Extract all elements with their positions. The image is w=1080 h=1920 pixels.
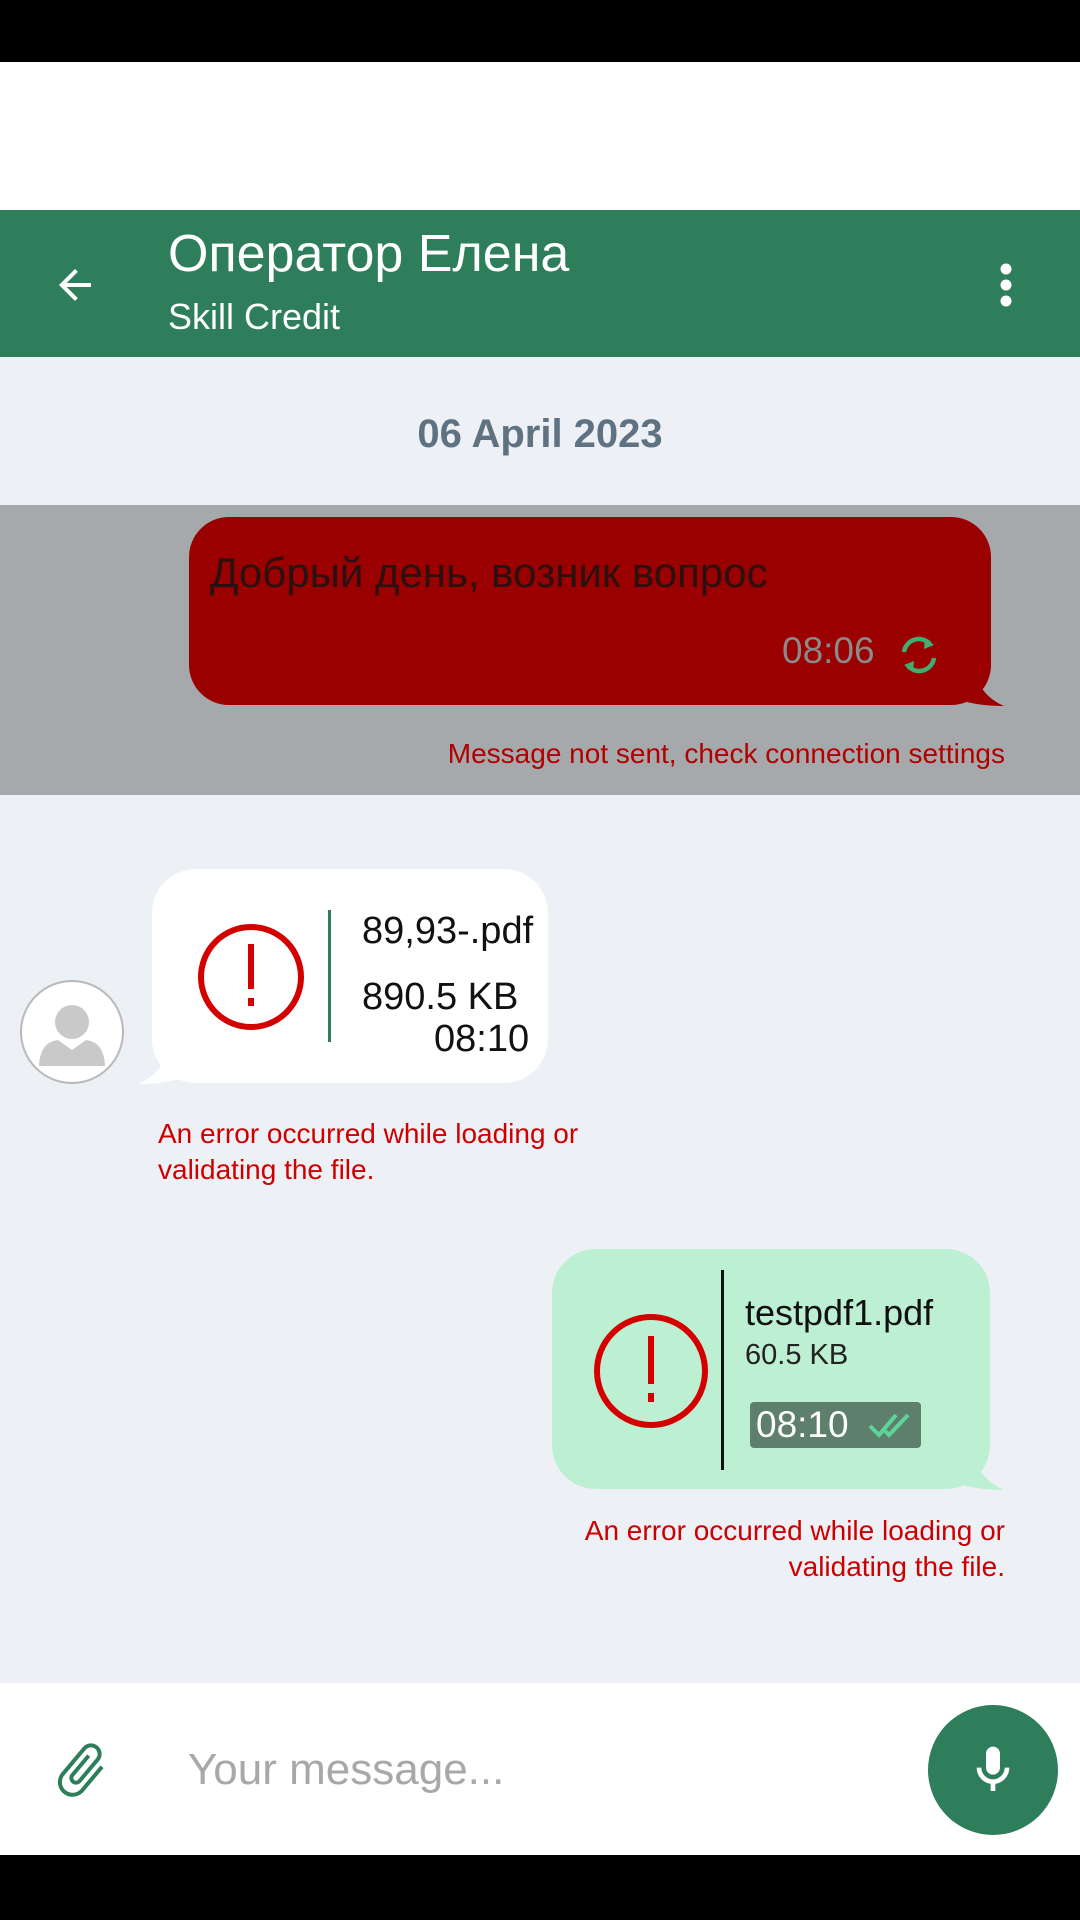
retry-icon[interactable] — [896, 632, 942, 678]
top-spacer — [0, 62, 1080, 210]
divider — [328, 910, 331, 1042]
bubble-tail — [960, 660, 1004, 706]
bubble-tail — [960, 1446, 1004, 1490]
more-options-button[interactable] — [980, 250, 1032, 320]
attach-button[interactable] — [46, 1730, 116, 1810]
status-bar — [0, 0, 1080, 62]
message-time: 08:10 — [756, 1404, 849, 1445]
double-check-icon — [868, 1413, 910, 1438]
file-size: 890.5 KB — [362, 976, 519, 1018]
navigation-bar — [0, 1855, 1080, 1920]
message-bubble-outgoing-failed[interactable] — [189, 517, 991, 705]
arrow-left-icon — [59, 269, 91, 301]
microphone-icon — [976, 1746, 1010, 1791]
message-time: 08:10 — [434, 1018, 530, 1060]
error-icon — [594, 1314, 708, 1428]
chat-title: Оператор Елена — [168, 225, 570, 283]
file-error-text: An error occurred while loading or valid… — [158, 1118, 579, 1185]
back-button[interactable] — [40, 250, 110, 320]
paperclip-icon — [57, 1743, 104, 1797]
user-icon — [39, 1005, 105, 1066]
message-text: Добрый день, возник вопрос — [210, 549, 768, 596]
file-name: 89,93-.pdf — [362, 910, 534, 952]
date-separator: 06 April 2023 — [417, 412, 663, 456]
avatar — [20, 980, 124, 1084]
file-name: testpdf1.pdf — [745, 1292, 934, 1333]
message-time: 08:06 — [782, 630, 875, 671]
bubble-tail — [138, 1040, 182, 1084]
more-vert-icon — [1000, 263, 1012, 307]
error-icon — [198, 924, 304, 1030]
send-error-text: Message not sent, check connection setti… — [447, 738, 1005, 769]
file-size: 60.5 KB — [745, 1339, 849, 1371]
microphone-button[interactable] — [928, 1705, 1058, 1835]
divider — [721, 1270, 724, 1470]
file-error-text: An error occurred while loading or valid… — [584, 1515, 1005, 1582]
message-input[interactable] — [188, 1735, 888, 1805]
chat-subtitle: Skill Credit — [168, 296, 341, 337]
